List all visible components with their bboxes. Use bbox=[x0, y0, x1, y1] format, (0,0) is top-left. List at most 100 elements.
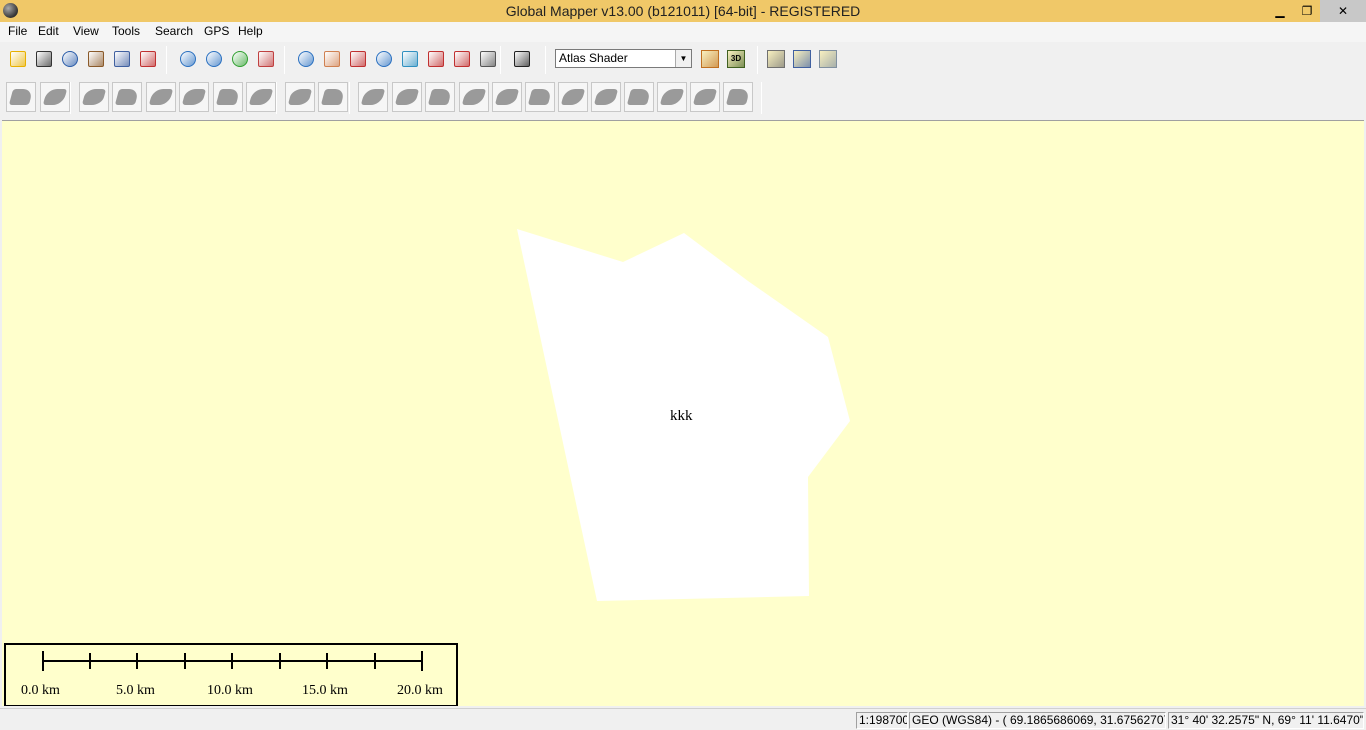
menu-tools[interactable]: Tools bbox=[112, 24, 140, 38]
menu-file[interactable]: File bbox=[8, 24, 27, 38]
view-shed-button[interactable] bbox=[424, 47, 448, 71]
lasso-icon bbox=[114, 89, 140, 105]
shape-edit-button[interactable] bbox=[525, 82, 555, 112]
scale-label-0: 0.0 km bbox=[21, 683, 60, 698]
menu-search[interactable]: Search bbox=[155, 24, 193, 38]
grid-icon bbox=[248, 89, 274, 105]
3d-view-icon: 3D bbox=[727, 50, 745, 68]
device-button[interactable] bbox=[790, 47, 814, 71]
path-profile-button[interactable] bbox=[398, 47, 422, 71]
scale-label-20: 20.0 km bbox=[397, 683, 443, 698]
minimize-button[interactable]: ▁ bbox=[1266, 0, 1294, 22]
fill-button[interactable] bbox=[690, 82, 720, 112]
buffer-button[interactable] bbox=[591, 82, 621, 112]
join-icon bbox=[494, 89, 520, 105]
restore-button[interactable]: ❐ bbox=[1294, 0, 1320, 22]
intersect-icon bbox=[626, 89, 652, 105]
contour-button[interactable] bbox=[79, 82, 109, 112]
toolbar-separator bbox=[545, 46, 546, 74]
zoom-in-button[interactable] bbox=[176, 47, 200, 71]
reshape-icon bbox=[181, 89, 207, 105]
status-scale: 1:198700 bbox=[856, 712, 908, 729]
create-area-button[interactable] bbox=[6, 82, 36, 112]
close-button[interactable]: ✕ bbox=[1320, 0, 1366, 22]
shader-select[interactable]: Atlas Shader ▼ bbox=[555, 49, 692, 68]
reshape-button[interactable] bbox=[179, 82, 209, 112]
device-icon bbox=[793, 50, 811, 68]
shape-rotate-button[interactable] bbox=[558, 82, 588, 112]
toolbar-separator bbox=[500, 46, 501, 74]
open-button[interactable] bbox=[6, 47, 30, 71]
feature-label: kkk bbox=[670, 408, 693, 424]
chevron-down-icon[interactable]: ▼ bbox=[675, 50, 691, 67]
intersect-button[interactable] bbox=[624, 82, 654, 112]
menu-view[interactable]: View bbox=[73, 24, 99, 38]
zoom-out-button[interactable] bbox=[202, 47, 226, 71]
catalog-button[interactable] bbox=[84, 47, 108, 71]
contour-icon bbox=[81, 89, 107, 105]
measure-button[interactable] bbox=[346, 47, 370, 71]
globe-icon bbox=[62, 51, 78, 67]
union-icon bbox=[659, 89, 685, 105]
vertex-icon bbox=[287, 89, 313, 105]
scale-label-5: 5.0 km bbox=[116, 683, 155, 698]
menu-edit[interactable]: Edit bbox=[38, 24, 59, 38]
home-icon bbox=[258, 51, 274, 67]
split-button[interactable] bbox=[146, 82, 176, 112]
gps-button[interactable] bbox=[816, 47, 840, 71]
toolbar-separator bbox=[757, 46, 758, 74]
config-icon bbox=[140, 51, 156, 67]
edit-area-button[interactable] bbox=[40, 82, 70, 112]
binoculars-icon bbox=[514, 51, 530, 67]
flag-button[interactable] bbox=[764, 47, 788, 71]
scale-label-15: 15.0 km bbox=[302, 683, 348, 698]
menu-help[interactable]: Help bbox=[238, 24, 263, 38]
binoculars-button[interactable] bbox=[510, 47, 534, 71]
status-projection: GEO (WGS84) - ( 69.1865686069, 31.675627… bbox=[909, 712, 1166, 729]
path-profile-icon bbox=[402, 51, 418, 67]
shader-select-value: Atlas Shader bbox=[559, 51, 628, 65]
union-button[interactable] bbox=[657, 82, 687, 112]
main-toolbar: 3D bbox=[0, 44, 850, 76]
shaded-relief-button[interactable] bbox=[698, 47, 722, 71]
combine-button[interactable] bbox=[213, 82, 243, 112]
3d-view-button[interactable]: 3D bbox=[724, 47, 748, 71]
buffer-icon bbox=[593, 89, 619, 105]
grid-button[interactable] bbox=[246, 82, 276, 112]
home-button[interactable] bbox=[254, 47, 278, 71]
draw-line-button[interactable] bbox=[358, 82, 388, 112]
cut-icon bbox=[461, 89, 487, 105]
map-view[interactable]: kkk 0.0 km 5.0 km 10.0 km 15.0 km 20.0 k… bbox=[2, 120, 1364, 706]
toolbar-separator bbox=[166, 46, 167, 74]
zoom-tool-button[interactable] bbox=[294, 47, 318, 71]
layers-button[interactable] bbox=[110, 47, 134, 71]
lasso-button[interactable] bbox=[112, 82, 142, 112]
toolbar-separator bbox=[70, 82, 71, 114]
pan-button[interactable] bbox=[320, 47, 344, 71]
shaded-relief-icon bbox=[701, 50, 719, 68]
dropdown-tool-icon bbox=[480, 51, 496, 67]
vertex-button[interactable] bbox=[285, 82, 315, 112]
view-shed-icon bbox=[428, 51, 444, 67]
zoom-full-button[interactable] bbox=[228, 47, 252, 71]
blob-button[interactable] bbox=[723, 82, 753, 112]
move-vertex-button[interactable] bbox=[318, 82, 348, 112]
smooth-button[interactable] bbox=[425, 82, 455, 112]
layers-icon bbox=[114, 51, 130, 67]
globe-button[interactable] bbox=[58, 47, 82, 71]
config-button[interactable] bbox=[136, 47, 160, 71]
join-button[interactable] bbox=[492, 82, 522, 112]
digitizer-button[interactable] bbox=[450, 47, 474, 71]
toolbar-separator bbox=[284, 46, 285, 74]
menu-gps[interactable]: GPS bbox=[204, 24, 229, 38]
dropdown-tool-button[interactable] bbox=[476, 47, 500, 71]
info-button[interactable] bbox=[372, 47, 396, 71]
draw-line-icon bbox=[360, 89, 386, 105]
save-button[interactable] bbox=[32, 47, 56, 71]
create-area-icon bbox=[8, 89, 34, 105]
line-edit-button[interactable] bbox=[392, 82, 422, 112]
zoom-full-icon bbox=[232, 51, 248, 67]
scale-label-10: 10.0 km bbox=[207, 683, 253, 698]
cut-button[interactable] bbox=[459, 82, 489, 112]
move-vertex-icon bbox=[320, 89, 346, 105]
